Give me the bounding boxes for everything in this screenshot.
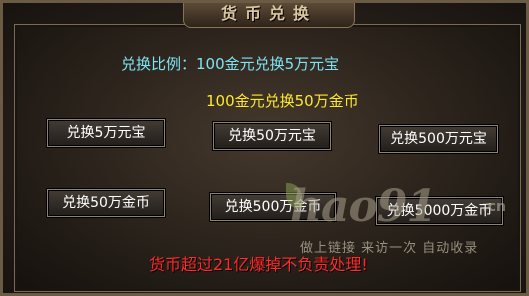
exchange-window: 货币兑换 兑换比例：100金元兑换5万元宝 100金元兑换50万金币 兑换5万元… bbox=[0, 0, 529, 296]
title-plate: 货币兑换 bbox=[183, 3, 355, 28]
window-title: 货币兑换 bbox=[220, 4, 317, 23]
exchange-5w-yuanbao-button[interactable]: 兑换5万元宝 bbox=[47, 119, 165, 147]
site-watermark: hao91 .cn 做上链接 来访一次 自动收录 bbox=[286, 181, 520, 261]
overflow-warning-text: 货币超过21亿爆掉不负责处理! bbox=[149, 255, 368, 274]
gold-ratio-text: 100金元兑换50万金币 bbox=[206, 92, 359, 110]
exchange-ratio-text: 兑换比例：100金元兑换5万元宝 bbox=[121, 55, 340, 73]
exchange-50w-yuanbao-button[interactable]: 兑换50万元宝 bbox=[213, 122, 331, 150]
exchange-50w-gold-button[interactable]: 兑换50万金币 bbox=[47, 189, 165, 217]
watermark-logo: hao91 bbox=[290, 181, 437, 232]
watermark-domain: .cn bbox=[482, 199, 506, 215]
exchange-500w-yuanbao-button[interactable]: 兑换500万元宝 bbox=[379, 125, 498, 153]
